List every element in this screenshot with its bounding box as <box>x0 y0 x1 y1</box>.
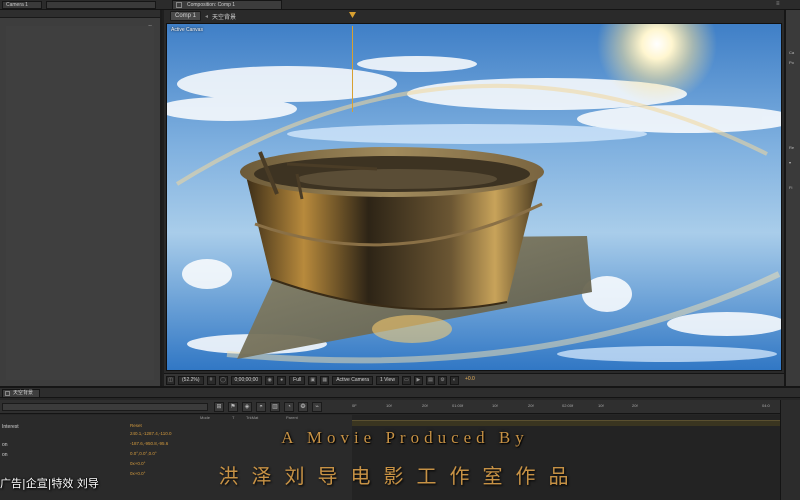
camera-dropdown[interactable]: Camera 1 <box>2 1 42 9</box>
overlay-promo-text: 广告|企宣|特效 刘导 <box>0 477 99 490</box>
draft-3d-icon[interactable]: ◈ <box>242 402 252 412</box>
ruler-tick: 10f <box>598 403 604 408</box>
zoom-dropdown[interactable]: (52.2%) <box>178 375 204 385</box>
layer-search-input[interactable] <box>2 403 208 411</box>
timeline-toolbar: ⊞ ⚑ ◈ ◓ ▥ ◔ ❂ ⌁ 0F 10f 20f 01:00f 10f 20… <box>0 400 800 414</box>
snapshot-icon[interactable]: ◉ <box>265 375 275 385</box>
playhead[interactable] <box>352 26 353 112</box>
layer-row[interactable] <box>0 431 130 439</box>
overlay-title: A Movie Produced By <box>281 428 529 447</box>
layer-row-label: on <box>2 442 8 448</box>
column-head-parent: Parent <box>286 415 298 420</box>
breadcrumb-layer[interactable]: 天空背景 <box>212 12 236 21</box>
tab-timeline[interactable]: 天空背景 <box>2 389 41 397</box>
always-preview-icon[interactable]: ◫ <box>166 375 175 385</box>
column-head-trkmat: TrkMat <box>246 415 259 420</box>
canvas-label: Active Canvas <box>171 27 203 33</box>
ruler-tick: 20f <box>528 403 534 408</box>
reset-exposure-icon[interactable]: ◐ <box>449 375 459 385</box>
left-panel-selector[interactable] <box>46 1 156 9</box>
breadcrumb: Comp 1 ◂ 天空背景 <box>170 11 236 21</box>
right-panel-text-5: Fi <box>789 185 793 190</box>
resolution-dropdown[interactable]: Full <box>289 375 306 385</box>
chevron-left-icon: ◂ <box>205 13 209 20</box>
show-channel-icon[interactable]: ● <box>277 375 287 385</box>
lock-icon[interactable] <box>176 2 182 8</box>
timeline-scrollbar[interactable] <box>780 400 800 500</box>
scene-image <box>167 24 781 370</box>
camera-dropdown-label: Camera 1 <box>6 2 28 8</box>
timeline-tab-icon <box>5 391 10 396</box>
layer-row-value[interactable]: 0x+0.0° <box>130 471 145 476</box>
ruler-tick: 20f <box>632 403 638 408</box>
timecode-display[interactable]: 0;00;00;00 <box>230 375 263 385</box>
composition-viewer: Comp 1 ◂ 天空背景 Active Canvas ◫ (52.2%) # … <box>164 10 784 386</box>
grid-icon[interactable]: # <box>206 375 216 385</box>
tab-composition-label: Composition: Comp 1 <box>187 2 236 8</box>
layer-row[interactable] <box>0 461 130 469</box>
camera-view-dropdown[interactable]: Active Camera <box>332 375 374 385</box>
frame-blending-icon[interactable]: ▥ <box>270 402 280 412</box>
layer-row-label: on <box>2 452 8 458</box>
brainstorm-icon[interactable]: ❂ <box>298 402 308 412</box>
ruler-tick: 04:0 <box>762 403 770 408</box>
ruler-tick: 01:00f <box>452 403 464 408</box>
view-layout-dropdown[interactable]: 1 View <box>376 375 399 385</box>
layer-row-value[interactable]: 0.0°,0.0°,0.0° <box>130 451 157 456</box>
layer-row-label: Interest <box>2 424 19 430</box>
timeline-icon[interactable]: ▤ <box>425 375 435 385</box>
layer-row-value[interactable]: -187.6,-950.8,-95.6 <box>130 441 168 446</box>
viewer-footer-toolbar: ◫ (52.2%) # ◯ 0;00;00;00 ◉ ● Full ▣ ▦ Ac… <box>164 373 784 386</box>
layer-row[interactable]: Interest <box>0 423 130 431</box>
fast-previews-icon[interactable]: ▶ <box>413 375 423 385</box>
transparency-grid-icon[interactable]: ▦ <box>320 375 330 385</box>
ruler-tick: 20f <box>422 403 428 408</box>
right-panel: Ca Po Re ▾ Fi <box>784 10 800 386</box>
comp-mini-flowchart-icon[interactable]: ⊞ <box>214 402 224 412</box>
layer-row-value[interactable]: 0x+0.0° <box>130 461 145 466</box>
column-head-t: T <box>232 415 235 420</box>
ruler-tick: 10f <box>492 403 498 408</box>
timeline-switches: ⊞ ⚑ ◈ ◓ ▥ ◔ ❂ ⌁ <box>214 402 322 412</box>
layer-row-value[interactable]: 240.1,-1287.4,-110.0 <box>130 431 171 436</box>
ruler-tick: 02:00f <box>562 403 574 408</box>
live-update-icon[interactable]: ⚑ <box>228 402 238 412</box>
right-panel-text-1: Ca <box>789 50 795 55</box>
timeline-tabbar: 天空背景 <box>0 388 800 398</box>
right-panel-text-2: Po <box>789 60 794 65</box>
toggle-pixel-aspect-icon[interactable]: ▭ <box>401 375 411 385</box>
ruler-tick: 0F <box>352 403 357 408</box>
shy-icon[interactable]: ◓ <box>256 402 266 412</box>
region-of-interest-icon[interactable]: ▣ <box>308 375 318 385</box>
motion-blur-icon[interactable]: ◔ <box>284 402 294 412</box>
graph-editor-icon[interactable]: ⌁ <box>312 402 322 412</box>
left-panel-header <box>0 10 160 18</box>
left-panel: × <box>0 10 162 386</box>
mask-icon[interactable]: ◯ <box>218 375 228 385</box>
layer-row-value[interactable]: Reset <box>130 423 142 428</box>
right-panel-text-3: Re <box>789 145 795 150</box>
top-strip: Camera 1 Composition: Comp 1 ≡ <box>0 0 800 10</box>
flowchart-icon[interactable]: ⚙ <box>437 375 447 385</box>
layer-row[interactable]: on <box>0 451 130 459</box>
column-head-mode: Mode <box>200 415 211 420</box>
breadcrumb-comp[interactable]: Comp 1 <box>170 11 202 21</box>
time-ruler[interactable]: 0F 10f 20f 01:00f 10f 20f 02:00f 10f 20f… <box>352 402 782 414</box>
overlay-studio-name: 洪泽刘导电影工作室作品 <box>218 464 582 488</box>
composition-canvas[interactable]: Active Canvas <box>166 23 782 371</box>
right-panel-text-4: ▾ <box>789 160 792 165</box>
tab-timeline-label: 天空背景 <box>13 390 34 396</box>
ruler-tick: 10f <box>386 403 392 408</box>
tab-composition[interactable]: Composition: Comp 1 <box>172 0 282 9</box>
exposure-value[interactable]: +0.0 <box>462 376 478 385</box>
layer-duration-bar[interactable] <box>352 420 780 426</box>
left-panel-content <box>6 26 154 380</box>
layer-row[interactable]: on <box>0 441 130 449</box>
panel-menu-icon[interactable]: ≡ <box>776 1 782 8</box>
